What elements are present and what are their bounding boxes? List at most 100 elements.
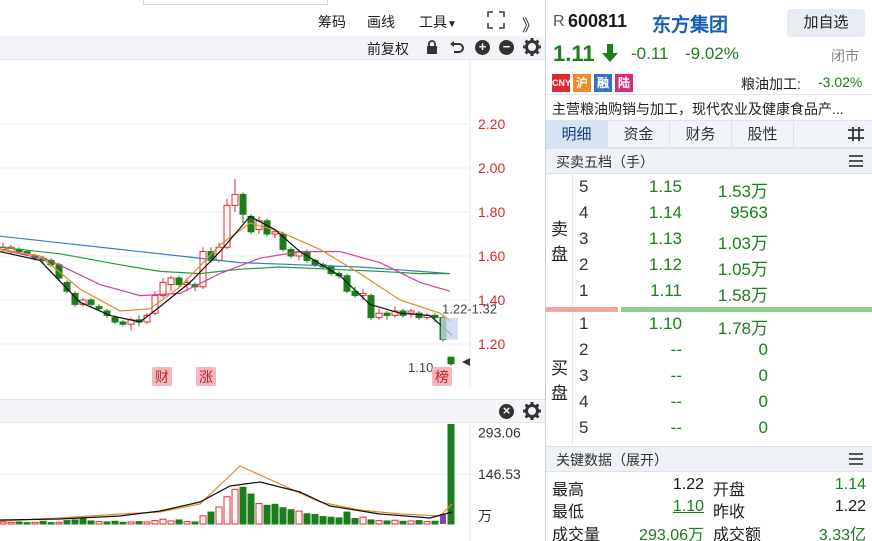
- bid-row[interactable]: 1 1.10 1.78万: [546, 314, 872, 340]
- volume-bar: [23, 522, 31, 525]
- volume-chart[interactable]: 293.06 146.53 万: [0, 424, 545, 541]
- key-data-menu-icon[interactable]: [849, 453, 863, 465]
- tag-cny[interactable]: CNY: [552, 74, 571, 92]
- layout-toggle-icon[interactable]: [847, 126, 865, 145]
- add-watchlist-button[interactable]: 加自选: [787, 9, 865, 37]
- volume-bar: [103, 521, 111, 525]
- sector-label[interactable]: 粮油加工:: [741, 74, 801, 94]
- volume-bar: [39, 520, 47, 525]
- volume-bar: [135, 521, 143, 525]
- tag-connect[interactable]: 陆: [615, 74, 633, 92]
- undo-icon[interactable]: [449, 39, 465, 58]
- volume-bar: [119, 521, 127, 525]
- tag-margin[interactable]: 融: [594, 74, 612, 92]
- fullscreen-icon[interactable]: [487, 11, 505, 32]
- bid-row[interactable]: 3 -- 0: [546, 366, 872, 392]
- candle-body: [383, 312, 391, 316]
- tools-label: 工具: [419, 14, 447, 30]
- amount-label: 成交额: [713, 527, 762, 541]
- chart-toolbar: 筹码 画线 工具▼ 》: [0, 8, 545, 36]
- selected-range-box: [441, 317, 458, 340]
- bid-price: --: [670, 392, 682, 411]
- ask-row[interactable]: 1 1.11 1.58万: [546, 281, 872, 307]
- ask-row[interactable]: 2 1.12 1.05万: [546, 255, 872, 281]
- volume-bar: [95, 521, 103, 525]
- volume-bar: [311, 513, 319, 525]
- volume-bar: [399, 520, 407, 525]
- draw-line-button[interactable]: 画线: [367, 12, 395, 32]
- business-description[interactable]: 主营粮油购销与加工，现代农业及健康食品产...: [552, 99, 844, 119]
- volume-bar: [151, 520, 159, 525]
- volume-bar: [47, 522, 55, 525]
- candle-body: [111, 317, 119, 323]
- chip-button[interactable]: 筹码: [318, 12, 346, 32]
- tab-finance[interactable]: 财务: [670, 121, 732, 149]
- candle-body: [343, 275, 351, 292]
- tab-detail[interactable]: 明细: [546, 121, 608, 149]
- candle-body: [447, 356, 455, 365]
- volume-bar: [79, 517, 87, 525]
- ask-price: 1.14: [648, 203, 682, 222]
- volume-bar: [183, 521, 191, 525]
- adjust-mode-button[interactable]: 前复权: [367, 39, 409, 59]
- ask-level: 5: [579, 177, 589, 196]
- ask-level: 4: [579, 203, 589, 222]
- bid-price: --: [670, 340, 682, 359]
- ask-vol: 1.58万: [717, 286, 768, 305]
- key-data-title[interactable]: 关键数据（展开）: [556, 450, 668, 470]
- price-row: 1.11 -0.11 -9.02% 闭市: [546, 40, 872, 70]
- candlestick-chart[interactable]: 2.202.001.801.601.401.201.22-1.321.10→财涨…: [0, 60, 545, 399]
- lock-icon[interactable]: [425, 40, 439, 58]
- volume-bar: [111, 520, 119, 525]
- volume-bar: [31, 521, 39, 525]
- orderbook-menu-icon[interactable]: [849, 155, 863, 167]
- ask-row[interactable]: 3 1.13 1.03万: [546, 229, 872, 255]
- volume-bar: [247, 493, 255, 525]
- low-label: 最低: [552, 504, 585, 521]
- zoom-out-icon[interactable]: −: [499, 40, 514, 55]
- volume-bar: [143, 521, 151, 525]
- ask-row[interactable]: 5 1.15 1.53万: [546, 177, 872, 203]
- volume-bar: [431, 520, 439, 525]
- volume-bar: [367, 519, 375, 525]
- volume-bar: [175, 519, 183, 525]
- bid-vol: 1.78万: [717, 319, 768, 338]
- volume-bar: [335, 517, 343, 525]
- close-icon[interactable]: ×: [499, 404, 514, 419]
- bid-row[interactable]: 5 -- 0: [546, 418, 872, 444]
- volume-tick-label: 146.53: [478, 466, 521, 482]
- settings-gear-icon[interactable]: [523, 38, 541, 59]
- zoom-in-icon[interactable]: +: [475, 40, 490, 55]
- volume-tick-label: 293.06: [478, 424, 521, 440]
- volume-bar: [263, 504, 271, 525]
- ask-row[interactable]: 4 1.14 9563: [546, 203, 872, 229]
- bid-level: 2: [579, 340, 589, 359]
- arrow-down-icon: [602, 44, 618, 65]
- tools-button[interactable]: 工具▼: [419, 12, 457, 32]
- top-input-strip[interactable]: [143, 0, 328, 5]
- volume-label: 成交量: [552, 527, 601, 541]
- stock-code: 600811: [568, 11, 628, 31]
- bid-level: 1: [579, 314, 589, 333]
- tab-stock-nature[interactable]: 股性: [732, 121, 794, 149]
- tab-funds[interactable]: 资金: [608, 121, 670, 149]
- candle-body: [95, 306, 103, 310]
- stock-name[interactable]: 东方集团: [652, 10, 728, 37]
- open-value: 1.14: [834, 476, 866, 493]
- volume-bar: [303, 513, 311, 525]
- volume-bar: [167, 520, 175, 525]
- ask-level: 2: [579, 255, 589, 274]
- volume-settings-gear-icon[interactable]: [523, 402, 541, 423]
- volume-bar: [383, 520, 391, 525]
- bid-row[interactable]: 4 -- 0: [546, 392, 872, 418]
- asks-block: 卖 盘 5 1.15 1.53万 4 1.14 9563 3 1.13 1.03万 2 1.12 1.…: [546, 175, 872, 308]
- key-data-grid: 最高 1.22 开盘 1.14 最低 1.10 昨收 1.22 成交量 293.…: [546, 473, 872, 541]
- bid-price: 1.10: [648, 314, 682, 333]
- tag-sh[interactable]: 沪: [573, 74, 591, 92]
- event-marker: 榜: [435, 369, 449, 385]
- candle-body: [239, 193, 247, 215]
- collapse-right-icon[interactable]: 》: [522, 12, 538, 36]
- volume-bar: [0, 521, 7, 525]
- event-marker: 涨: [199, 369, 213, 385]
- bid-row[interactable]: 2 -- 0: [546, 340, 872, 366]
